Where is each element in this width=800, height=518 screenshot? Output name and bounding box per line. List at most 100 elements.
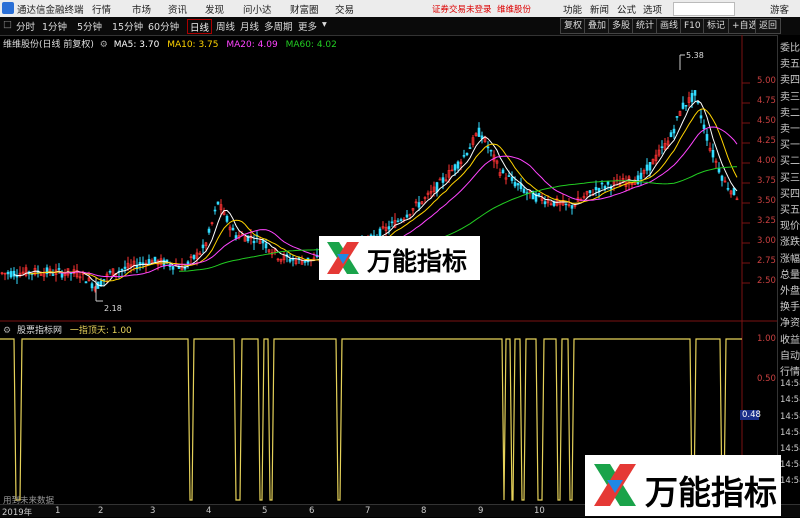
candle-body [510, 176, 514, 181]
side-item[interactable]: 14:58 [780, 444, 800, 454]
candle-body [537, 193, 541, 196]
candle-body [417, 202, 421, 208]
candle-body [645, 164, 649, 171]
candle-body [141, 262, 145, 265]
future-data-note: 用到未来数据 [3, 496, 55, 506]
side-item: 涨跌 [780, 237, 800, 249]
candle-body [513, 182, 517, 187]
candle-body [177, 266, 181, 269]
candle-body [234, 235, 238, 239]
side-item: 买一 [780, 140, 800, 152]
candle-body [684, 104, 688, 107]
side-item: 现价 [780, 221, 800, 233]
candle-body [672, 128, 676, 134]
candle-body [636, 175, 640, 185]
watermark-logo-icon [327, 242, 359, 274]
candle-body [639, 172, 643, 180]
candle-body [252, 240, 256, 244]
side-item: 总量 [780, 269, 800, 281]
side-item: 外盘 [780, 286, 800, 297]
price-tick-3.25: 3.25 [757, 216, 776, 226]
current-indicator-value: 0.48 [742, 410, 761, 420]
candle-body [720, 175, 724, 181]
watermark-text: 万能指标 [645, 473, 777, 512]
candle-body [192, 254, 196, 260]
candle-body [390, 221, 394, 224]
side-item[interactable]: 14:58 [780, 476, 800, 486]
side-item[interactable]: 14:58 [780, 412, 800, 422]
side-item[interactable]: 14:58 [780, 395, 800, 405]
candle-body [225, 215, 229, 222]
watermark-center: 万能指标 [319, 236, 480, 280]
month-2: 2 [98, 506, 104, 516]
side-item[interactable]: 14:58 [780, 460, 800, 470]
candle-body [486, 146, 490, 149]
side-item[interactable]: 行情 [780, 363, 800, 378]
month-5: 5 [262, 506, 268, 516]
watermark-logo-icon [594, 464, 636, 506]
candle-body [12, 270, 16, 277]
candle-body [9, 271, 13, 278]
candle-body [213, 209, 217, 212]
side-item[interactable]: 自动 [780, 347, 800, 362]
month-10: 10 [534, 506, 545, 516]
price-tick-4.00: 4.00 [757, 156, 776, 166]
candle-body [699, 115, 703, 119]
candle-body [399, 219, 403, 221]
candle-body [15, 275, 19, 278]
side-item: 买二 [780, 156, 800, 168]
month-4: 4 [206, 506, 212, 516]
candle-body [264, 243, 268, 249]
candle-body [405, 214, 409, 218]
candle-body [396, 220, 400, 223]
side-item: 买三 [780, 172, 800, 184]
side-item[interactable]: 14:58 [780, 428, 800, 438]
candle-body [207, 228, 211, 233]
month-7: 7 [365, 506, 371, 516]
candle-body [120, 268, 124, 271]
price-tick-3.50: 3.50 [757, 196, 776, 206]
candle-body [303, 261, 307, 263]
candle-body [288, 259, 292, 262]
candle-body [468, 147, 472, 150]
candle-body [570, 205, 574, 209]
candle-body [387, 226, 391, 230]
candle-body [588, 190, 592, 193]
candle-body [564, 203, 568, 206]
side-item: 买五 [780, 205, 800, 216]
candle-body [732, 187, 736, 195]
candle-body [705, 134, 709, 141]
candle-body [171, 266, 175, 270]
candle-body [711, 149, 715, 158]
candle-body [516, 183, 520, 186]
candle-body [543, 201, 547, 205]
price-tick-4.75: 4.75 [757, 96, 776, 106]
candle-body [660, 146, 664, 149]
candle-body [489, 149, 493, 152]
candle-body [297, 257, 301, 260]
month-3: 3 [150, 506, 156, 516]
candle-body [522, 188, 526, 193]
side-item: 卖四 [780, 75, 800, 87]
ind-tick-1.00: 1.00 [757, 334, 776, 344]
candle-body [702, 124, 706, 130]
candle-body [57, 268, 61, 270]
side-item[interactable]: 14:58 [780, 379, 800, 389]
candle-body [153, 256, 157, 262]
candle-body [435, 182, 439, 193]
candle-body [6, 271, 10, 275]
candle-body [465, 152, 469, 156]
candle-body [84, 281, 88, 284]
candle-body [669, 132, 673, 137]
price-tick-4.50: 4.50 [757, 116, 776, 126]
price-tick-2.75: 2.75 [757, 256, 776, 266]
candle-body [690, 93, 694, 102]
side-item: 净资 [780, 318, 800, 330]
ind-tick-0.50: 0.50 [757, 374, 776, 384]
candle-body [717, 168, 721, 173]
candle-body [216, 201, 220, 205]
price-tick-3.00: 3.00 [757, 236, 776, 246]
candle-body [231, 227, 235, 231]
candle-body [147, 259, 151, 265]
side-item: 收益 [780, 334, 800, 346]
